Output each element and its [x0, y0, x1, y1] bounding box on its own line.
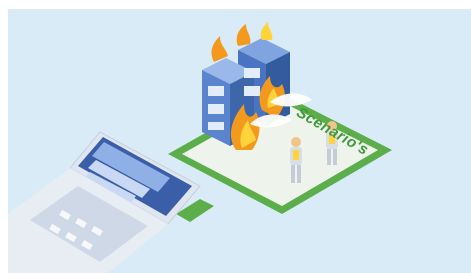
- illustration-frame: Scenario's: [0, 0, 471, 273]
- scene-illustration: [8, 22, 392, 273]
